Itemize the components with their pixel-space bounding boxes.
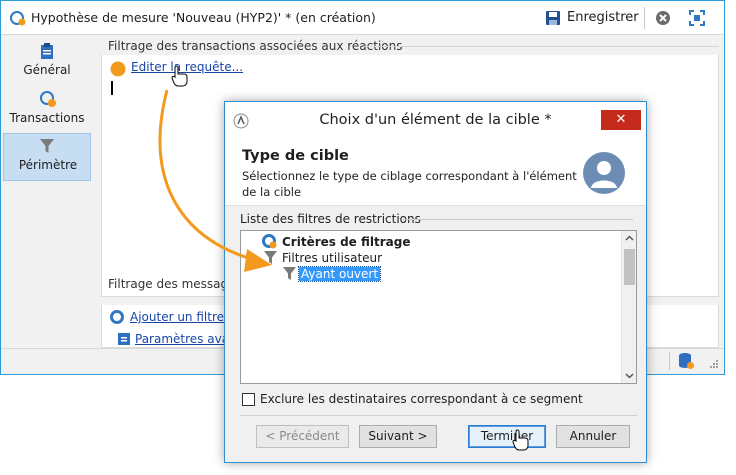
tree-item-label: Filtres utilisateur [282,251,383,265]
tree-item-opened[interactable]: Ayant ouvert [283,266,483,282]
clipboard-icon [41,43,53,59]
target-choice-dialog: Choix d'un élément de la cible * ✕ Type … [224,101,647,463]
scroll-thumb[interactable] [624,249,635,285]
sidebar-item-label: Transactions [9,111,85,125]
advanced-params-link[interactable]: Paramètres avancés... [135,332,227,346]
sidebar-item-perimetre[interactable]: Périmètre [3,133,91,181]
funnel-icon [40,139,54,153]
next-button[interactable]: Suivant > [359,425,437,448]
cancel-button[interactable]: Annuler [556,425,630,448]
toolbar-separator [644,7,645,29]
exclude-checkbox[interactable] [242,393,255,406]
status-separator [669,352,670,370]
dialog-titlebar: Choix d'un élément de la cible * ✕ [225,102,646,140]
resize-grip-icon[interactable] [709,359,719,369]
tree-item-user-filters[interactable]: Filtres utilisateur [246,250,446,266]
database-icon[interactable] [677,352,695,370]
restriction-list-title: Liste des filtres de restrictions [240,212,421,226]
orange-circle-icon [110,61,126,77]
dialog-heading: Type de cible [242,148,349,164]
transactions-icon [40,91,56,107]
save-button[interactable]: Enregistrer [543,6,643,30]
save-icon [546,11,560,25]
sidebar-item-label: Général [23,63,71,77]
window-title: Hypothèse de mesure 'Nouveau (HYP2)' * (… [31,10,376,25]
section-divider [364,46,719,47]
scroll-down-icon[interactable] [625,373,634,379]
exclude-label: Exclure les destinataires correspondant … [260,392,583,406]
save-label: Enregistrer [567,10,639,25]
tree-scrollbar[interactable] [621,231,636,383]
dialog-title: Choix d'un élément de la cible * [319,112,552,128]
sidebar-item-general[interactable]: Général [3,39,91,87]
text-cursor [111,81,113,95]
dialog-header: Type de cible Sélectionnez le type de ci… [225,140,646,206]
sidebar-item-label: Périmètre [18,158,78,172]
finish-button[interactable]: Terminer [468,425,546,448]
funnel-icon [283,267,296,280]
edit-query-link[interactable]: Editer la requête... [131,60,243,74]
dialog-close-button[interactable]: ✕ [601,110,641,130]
advanced-settings-icon [118,333,130,345]
dialog-footer: < Précédent Suivant > Terminer Annuler [240,415,637,456]
tree-item-label: Ayant ouvert [297,266,382,282]
section-divider [403,219,633,220]
scroll-up-icon[interactable] [625,235,634,241]
previous-button[interactable]: < Précédent [256,425,349,448]
section-title-messages: Filtrage des messages [108,277,242,291]
maximize-icon[interactable] [689,10,705,26]
dialog-description: Sélectionnez le type de ciblage correspo… [242,169,577,199]
sidebar-item-transactions[interactable]: Transactions [3,87,91,135]
tree-expander-icon[interactable] [246,254,254,262]
filter-ring-icon [110,310,124,324]
restriction-filter-tree[interactable]: Critères de filtrage Filtres utilisateur… [240,230,637,384]
user-avatar-icon [583,152,625,194]
funnel-icon [264,251,277,264]
criteria-icon [262,234,277,249]
tree-item-label: Critères de filtrage [282,235,411,249]
sidebar: Général Transactions Périmètre [1,35,96,348]
add-filter-link[interactable]: Ajouter un filtre... [130,310,235,324]
window-titlebar: Hypothèse de mesure 'Nouveau (HYP2)' * (… [1,1,724,35]
section-title-transactions: Filtrage des transactions associées aux … [108,39,403,53]
hypothesis-icon [10,11,26,26]
cancel-circle-icon[interactable] [655,10,671,26]
